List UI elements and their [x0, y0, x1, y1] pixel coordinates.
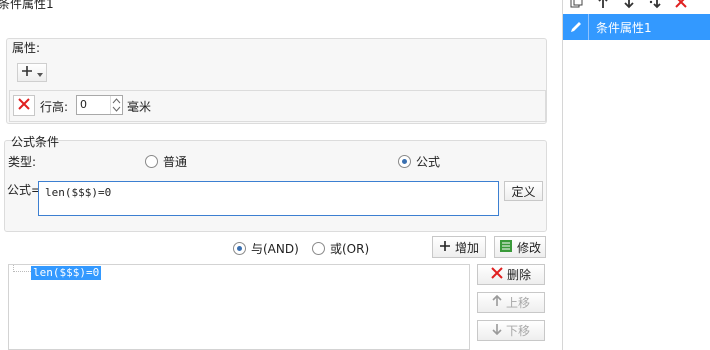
row-height-unit: 毫米 — [127, 100, 152, 114]
arrow-down-icon[interactable] — [621, 0, 637, 10]
row-height-label: 行高: — [40, 100, 69, 114]
add-attribute-dropdown-button[interactable] — [17, 63, 47, 82]
plus-icon — [439, 240, 451, 255]
radio-and-label: 与(AND) — [251, 242, 299, 256]
radio-and-circle[interactable] — [233, 242, 246, 255]
chevron-down-icon — [37, 66, 43, 80]
plus-icon — [21, 65, 33, 80]
panel-title: 条件属性1 — [0, 0, 54, 11]
attribute-group-title: 属性: — [12, 41, 41, 55]
define-button-label: 定义 — [511, 184, 536, 199]
tree-connector — [13, 265, 31, 272]
modify-condition-button[interactable]: 修改 — [494, 236, 546, 258]
radio-formula-circle[interactable] — [398, 155, 411, 168]
move-up-label: 上移 — [505, 296, 530, 310]
condition-list-item[interactable]: len($$$)=0 — [31, 266, 102, 280]
row-height-stepper[interactable]: 0 — [76, 95, 123, 115]
define-button[interactable]: 定义 — [504, 181, 543, 201]
close-icon — [18, 98, 30, 113]
radio-or-label: 或(OR) — [330, 242, 370, 256]
condition-list[interactable]: len($$$)=0 — [8, 264, 470, 350]
arrow-down-icon — [492, 323, 502, 338]
copy-icon[interactable] — [569, 0, 585, 10]
close-icon[interactable] — [673, 0, 689, 10]
radio-or[interactable]: 或(OR) — [312, 240, 369, 257]
type-label: 类型: — [8, 155, 37, 169]
move-down-label: 下移 — [505, 324, 530, 338]
radio-normal-label: 普通 — [163, 155, 188, 169]
radio-normal-circle[interactable] — [145, 155, 158, 168]
modify-condition-label: 修改 — [516, 240, 541, 255]
right-list-item[interactable]: 条件属性1 — [563, 14, 710, 40]
condition-list-panel: 条件属性1 — [562, 0, 710, 350]
delete-condition-button[interactable]: 删除 — [477, 264, 545, 285]
arrow-up-icon — [492, 294, 502, 310]
right-list-item-label: 条件属性1 — [596, 21, 652, 35]
delete-label: 删除 — [506, 268, 531, 282]
move-up-button[interactable]: 上移 — [477, 292, 545, 313]
remove-attribute-button[interactable] — [13, 95, 35, 116]
radio-and[interactable]: 与(AND) — [233, 240, 299, 257]
arrow-up-icon[interactable] — [595, 0, 611, 10]
formula-label: 公式= — [7, 183, 42, 197]
radio-or-circle[interactable] — [312, 242, 325, 255]
add-condition-button[interactable]: 增加 — [432, 236, 486, 258]
move-to-bottom-icon[interactable] — [647, 0, 663, 10]
right-toolbar — [569, 0, 689, 10]
row-height-value: 0 — [80, 98, 87, 111]
formula-input[interactable]: len($$$)=0 — [38, 181, 499, 216]
radio-normal[interactable]: 普通 — [145, 153, 187, 170]
edit-grid-icon — [499, 239, 513, 256]
condition-editor-panel: 条件属性1 属性: 行高: 0 毫米 公式条件 类型: 普通 公式 公式= le — [0, 0, 562, 350]
add-condition-label: 增加 — [454, 240, 479, 255]
radio-formula-label: 公式 — [416, 155, 441, 169]
formula-input-value: len($$$)=0 — [45, 186, 112, 199]
close-icon — [491, 267, 503, 282]
move-down-button[interactable]: 下移 — [477, 320, 545, 341]
formula-group-title: 公式条件 — [11, 135, 60, 149]
stepper-arrows[interactable] — [110, 96, 122, 114]
pencil-icon — [563, 14, 589, 40]
radio-formula[interactable]: 公式 — [398, 153, 440, 170]
